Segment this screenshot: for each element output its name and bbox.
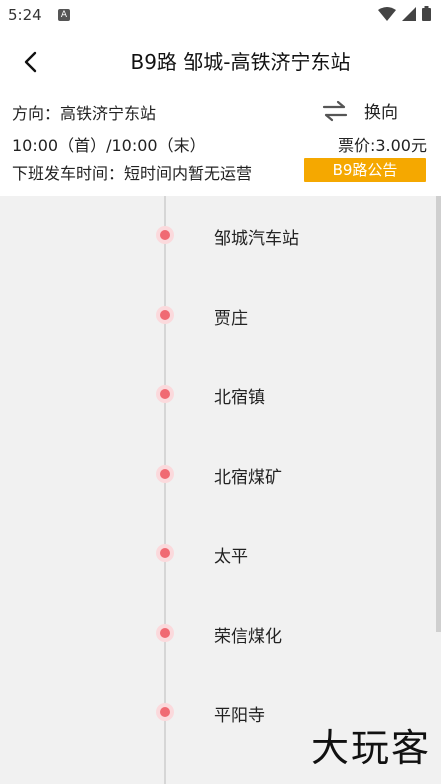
fare: 票价:3.00元 [337, 136, 427, 155]
swap-label: 换向 [364, 103, 398, 123]
status-bar: 5:24 A [0, 0, 441, 32]
stop-list[interactable]: 邹城汽车站贾庄北宿镇北宿煤矿太平荣信煤化平阳寺 [0, 196, 441, 784]
route-info: 方向：高铁济宁东站 换向 10:00（首）/10:00（末） 票价:3.00元 … [0, 90, 441, 195]
direction-label: 方向：高铁济宁东站 [12, 104, 157, 123]
battery-icon [422, 6, 431, 21]
stop-name: 贾庄 [214, 308, 248, 329]
route-notice-button[interactable]: B9路公告 [304, 158, 426, 182]
list-item[interactable]: 北宿煤矿 [0, 454, 441, 494]
stop-name: 邹城汽车站 [214, 229, 299, 249]
list-item[interactable]: 北宿镇 [0, 374, 441, 414]
scrollbar[interactable] [436, 196, 441, 632]
chevron-left-icon [24, 51, 37, 73]
status-time: 5:24 [8, 6, 42, 24]
swap-direction-button[interactable]: 换向 [322, 98, 398, 123]
service-times: 10:00（首）/10:00（末） [12, 136, 206, 155]
list-item[interactable]: 邹城汽车站 [0, 215, 441, 255]
list-item[interactable]: 贾庄 [0, 295, 441, 335]
stop-marker-icon [156, 623, 174, 642]
notification-icon: A [58, 9, 70, 21]
stop-marker-icon [156, 305, 174, 324]
status-icons [378, 6, 431, 21]
stop-name: 北宿镇 [214, 388, 265, 408]
watermark: 大玩客 [310, 726, 431, 770]
wifi-icon [378, 6, 396, 21]
list-item[interactable]: 荣信煤化 [0, 613, 441, 653]
swap-icon [322, 100, 348, 121]
stop-marker-icon [156, 464, 174, 483]
stop-marker-icon [156, 385, 174, 403]
stop-marker-icon [156, 703, 174, 721]
signal-icon [402, 6, 416, 21]
header: B9路 邹城-高铁济宁东站 [0, 36, 441, 86]
stop-name: 平阳寺 [214, 706, 265, 726]
next-departure: 下班发车时间：短时间内暂无运营 [12, 164, 253, 183]
list-item[interactable]: 太平 [0, 533, 441, 573]
stop-name: 太平 [214, 547, 248, 567]
stop-marker-icon [156, 226, 174, 244]
stop-name: 荣信煤化 [214, 626, 282, 647]
back-button[interactable] [14, 46, 46, 78]
page-title: B9路 邹城-高铁济宁东站 [130, 50, 351, 74]
stop-marker-icon [156, 544, 174, 562]
stop-name: 北宿煤矿 [214, 467, 282, 488]
